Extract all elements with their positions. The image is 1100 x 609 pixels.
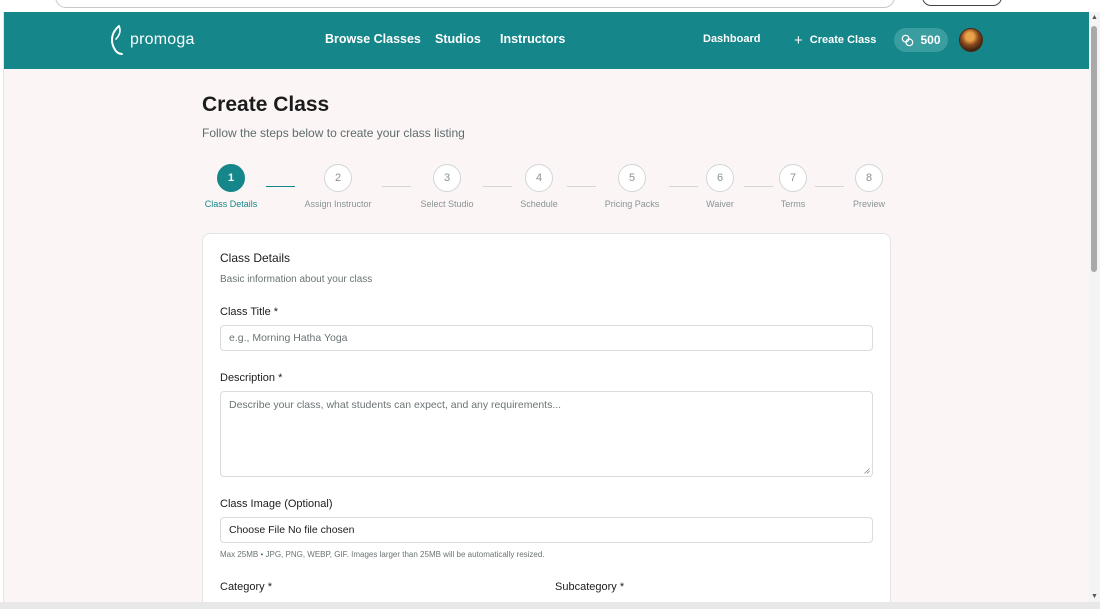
description-placeholder: Describe your class, what students can e… [229, 399, 562, 411]
step-label: Preview [852, 199, 885, 209]
avatar[interactable] [959, 28, 983, 52]
scrollbar-thumb[interactable] [1091, 26, 1097, 272]
browser-button[interactable] [922, 0, 1002, 6]
step-label: Assign Instructor [304, 199, 372, 209]
nav-instructors[interactable]: Instructors [500, 32, 565, 46]
step-number: 2 [324, 164, 352, 192]
resize-grip-icon[interactable] [864, 468, 870, 474]
scroll-up-icon[interactable]: ▲ [1091, 14, 1098, 21]
create-class-label: Create Class [809, 34, 877, 46]
class-details-card: Class Details Basic information about yo… [202, 233, 891, 602]
page-subtitle: Follow the steps below to create your cl… [202, 126, 465, 140]
promoga-leaf-icon [110, 25, 123, 55]
step-schedule[interactable]: 4 Schedule [494, 164, 584, 209]
step-select-studio[interactable]: 3 Select Studio [402, 164, 492, 209]
class-image-label: Class Image (Optional) [220, 498, 333, 510]
step-assign-instructor[interactable]: 2 Assign Instructor [293, 164, 383, 209]
step-number: 8 [855, 164, 883, 192]
step-number: 4 [525, 164, 553, 192]
nav-studios[interactable]: Studios [435, 32, 481, 46]
step-preview[interactable]: 8 Preview [824, 164, 914, 209]
step-class-details[interactable]: 1 Class Details [186, 164, 276, 209]
card-title: Class Details [220, 251, 291, 265]
step-number: 6 [706, 164, 734, 192]
class-title-label: Class Title * [220, 306, 279, 318]
card-description: Basic information about your class [220, 274, 373, 285]
step-label: Schedule [520, 199, 558, 209]
step-label: Select Studio [420, 199, 474, 209]
credits-badge[interactable]: 500 [894, 28, 948, 52]
description-textarea[interactable]: Describe your class, what students can e… [220, 391, 873, 477]
step-label: Pricing Packs [604, 199, 660, 209]
address-bar[interactable] [55, 0, 895, 8]
step-label: Class Details [204, 199, 258, 209]
step-number: 7 [779, 164, 807, 192]
class-title-input[interactable]: e.g., Morning Hatha Yoga [220, 325, 873, 351]
step-pricing-packs[interactable]: 5 Pricing Packs [587, 164, 677, 209]
step-number: 3 [433, 164, 461, 192]
subcategory-label: Subcategory * [555, 581, 625, 593]
logo-text: promoga [130, 31, 195, 48]
class-image-file-input[interactable]: Choose File No file chosen [220, 517, 873, 543]
nav-browse-classes[interactable]: Browse Classes [325, 32, 421, 46]
browser-chrome-top [0, 0, 1100, 12]
browser-bottom-strip [0, 602, 1100, 609]
page-scrollbar[interactable]: ▲ ▼ [1089, 12, 1100, 602]
logo[interactable]: promoga [108, 24, 195, 56]
top-navbar: promoga Browse Classes Studios Instructo… [4, 12, 1089, 69]
scroll-down-icon[interactable]: ▼ [1091, 593, 1098, 600]
page-viewport: promoga Browse Classes Studios Instructo… [3, 12, 1089, 602]
class-title-placeholder: e.g., Morning Hatha Yoga [229, 332, 348, 344]
create-class-button[interactable]: + Create Class [794, 30, 876, 50]
plus-icon: + [794, 31, 803, 49]
description-label: Description * [220, 372, 283, 384]
coins-icon [902, 34, 914, 46]
category-label: Category * [220, 581, 272, 593]
credits-count: 500 [920, 33, 941, 47]
step-number: 1 [217, 164, 245, 192]
page-title: Create Class [202, 93, 330, 116]
image-hint: Max 25MB • JPG, PNG, WEBP, GIF. Images l… [220, 550, 545, 559]
file-input-text: Choose File No file chosen [229, 524, 355, 536]
step-number: 5 [618, 164, 646, 192]
nav-dashboard[interactable]: Dashboard [703, 33, 760, 45]
